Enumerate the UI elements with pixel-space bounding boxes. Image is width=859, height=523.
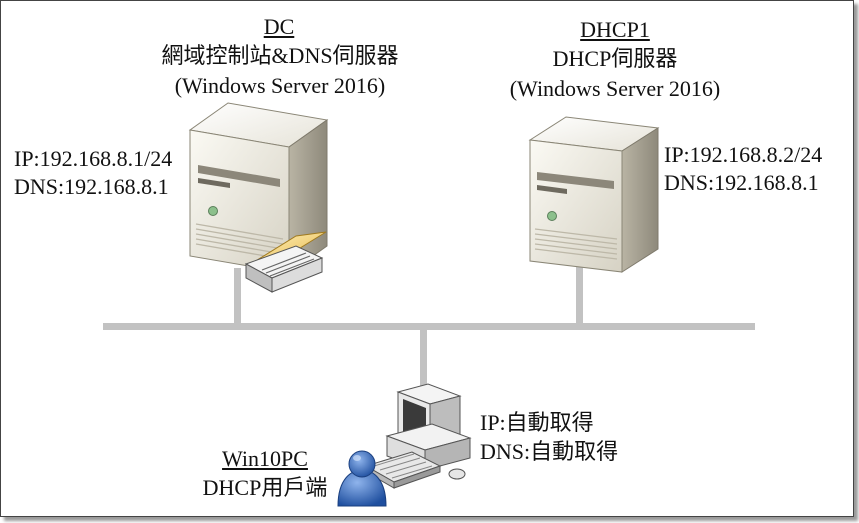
client-role: DHCP用戶端 xyxy=(202,475,328,500)
client-ip: IP:自動取得 xyxy=(480,410,594,435)
dc-os: (Windows Server 2016) xyxy=(174,73,386,98)
client-dns: DNS:自動取得 xyxy=(480,439,619,464)
dc-dns: DNS:192.168.8.1 xyxy=(14,174,169,199)
dc-ip: IP:192.168.8.1/24 xyxy=(14,146,173,171)
network-bus xyxy=(103,262,755,390)
dc-server-icon xyxy=(188,102,329,274)
dhcp1-ip: IP:192.168.8.2/24 xyxy=(664,142,823,167)
dhcp1-role: DHCP伺服器 xyxy=(552,46,678,71)
dc-name: DC xyxy=(263,14,295,39)
dhcp1-name: DHCP1 xyxy=(580,17,650,42)
dc-role: 網域控制站&DNS伺服器 xyxy=(161,43,399,68)
client-name: Win10PC xyxy=(222,446,308,471)
dhcp1-server-icon xyxy=(528,116,660,273)
dhcp1-os: (Windows Server 2016) xyxy=(509,76,721,101)
user-icon xyxy=(337,450,387,507)
dhcp1-dns: DNS:192.168.8.1 xyxy=(664,170,819,195)
client-pc-icon xyxy=(364,383,472,489)
